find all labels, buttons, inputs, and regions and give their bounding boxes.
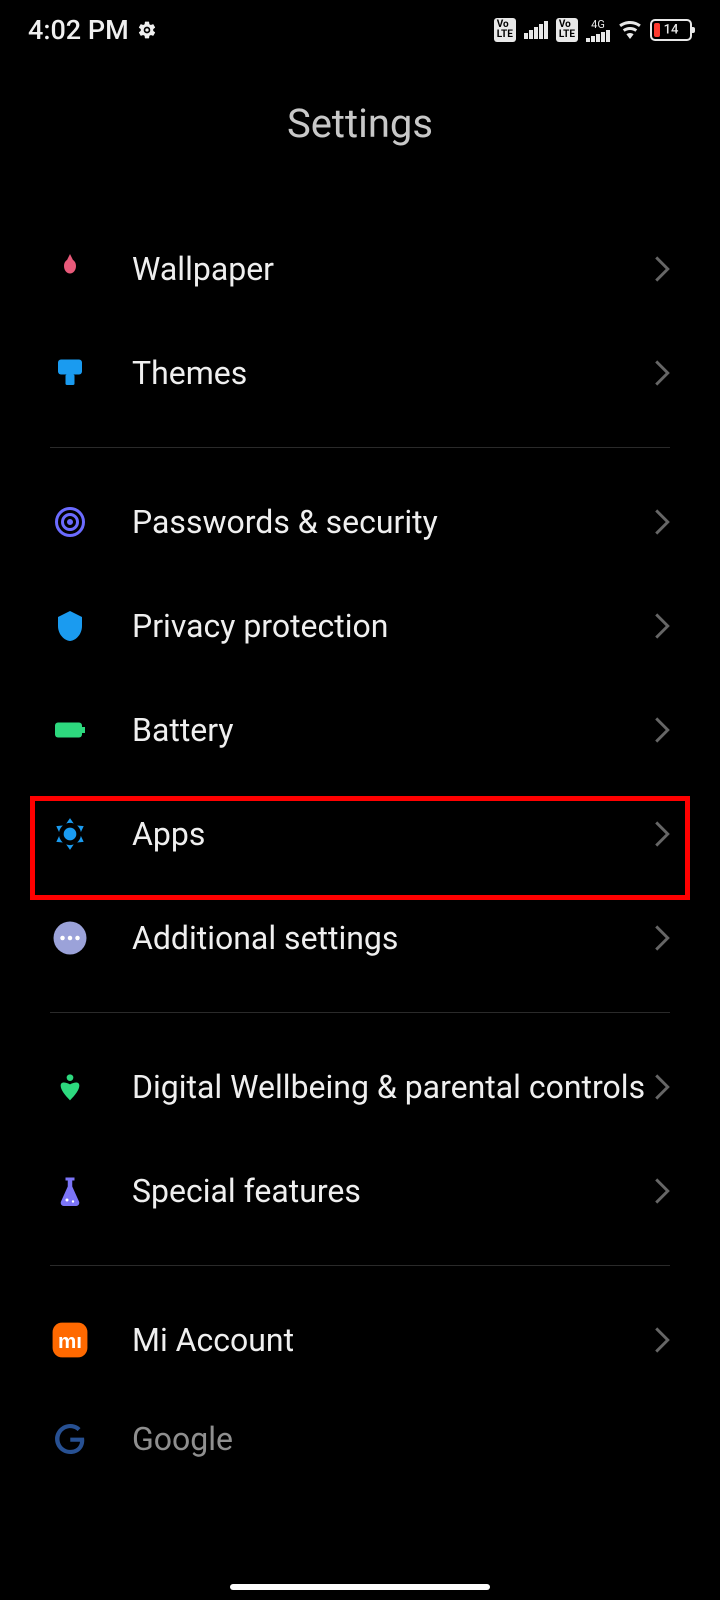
battery-indicator: 14: [650, 19, 692, 41]
mi-logo-icon: mı: [50, 1320, 90, 1360]
setting-item-wallpaper[interactable]: Wallpaper: [50, 217, 670, 321]
wifi-icon: [618, 18, 642, 42]
setting-label: Additional settings: [132, 918, 654, 958]
battery-percent: 14: [664, 23, 679, 38]
setting-label: Themes: [132, 353, 654, 393]
divider: [50, 1265, 670, 1266]
volte-badge-1: VoLTE: [494, 18, 516, 42]
setting-item-additional[interactable]: Additional settings: [50, 886, 670, 990]
setting-item-privacy[interactable]: Privacy protection: [50, 574, 670, 678]
status-left: 4:02 PM: [28, 14, 157, 46]
apps-gear-icon: [50, 814, 90, 854]
setting-item-apps[interactable]: Apps: [50, 782, 670, 886]
setting-item-passwords[interactable]: Passwords & security: [50, 470, 670, 574]
setting-item-battery[interactable]: Battery: [50, 678, 670, 782]
chevron-right-icon: [654, 613, 670, 639]
setting-label: Google: [132, 1419, 670, 1459]
setting-item-special[interactable]: Special features: [50, 1139, 670, 1243]
setting-label: Apps: [132, 814, 654, 854]
battery-icon: [50, 710, 90, 750]
chevron-right-icon: [654, 1178, 670, 1204]
setting-label: Wallpaper: [132, 249, 654, 289]
svg-text:mı: mı: [58, 1330, 82, 1353]
chevron-right-icon: [654, 717, 670, 743]
status-time: 4:02 PM: [28, 14, 129, 46]
status-bar: 4:02 PM VoLTE VoLTE 4G: [0, 0, 720, 60]
chevron-right-icon: [654, 1327, 670, 1353]
google-logo-icon: [50, 1419, 90, 1459]
setting-item-themes[interactable]: Themes: [50, 321, 670, 425]
status-right: VoLTE VoLTE 4G 14: [494, 18, 692, 42]
setting-item-google[interactable]: Google: [50, 1392, 670, 1496]
chevron-right-icon: [654, 360, 670, 386]
setting-label: Passwords & security: [132, 502, 654, 542]
gear-icon: [137, 20, 157, 40]
signal-bars-1: [524, 21, 548, 39]
more-icon: [50, 918, 90, 958]
fingerprint-icon: [50, 502, 90, 542]
setting-label: Digital Wellbeing & parental controls: [132, 1067, 654, 1107]
setting-item-wellbeing[interactable]: Digital Wellbeing & parental controls: [50, 1035, 670, 1139]
themes-icon: [50, 353, 90, 393]
flask-icon: [50, 1171, 90, 1211]
chevron-right-icon: [654, 821, 670, 847]
wellbeing-icon: [50, 1067, 90, 1107]
divider: [50, 447, 670, 448]
chevron-right-icon: [654, 925, 670, 951]
settings-list: Wallpaper Themes Passwords & security: [0, 217, 720, 1496]
chevron-right-icon: [654, 1074, 670, 1100]
setting-label: Battery: [132, 710, 654, 750]
network-type: 4G: [591, 19, 605, 30]
page-title: Settings: [0, 60, 720, 217]
wallpaper-icon: [50, 249, 90, 289]
setting-label: Privacy protection: [132, 606, 654, 646]
signal-bars-2: [586, 30, 610, 42]
shield-icon: [50, 606, 90, 646]
nav-indicator[interactable]: [230, 1584, 490, 1590]
chevron-right-icon: [654, 256, 670, 282]
setting-item-mi-account[interactable]: mı Mi Account: [50, 1288, 670, 1392]
setting-label: Special features: [132, 1171, 654, 1211]
divider: [50, 1012, 670, 1013]
volte-badge-2: VoLTE: [556, 18, 578, 42]
setting-label: Mi Account: [132, 1320, 654, 1360]
chevron-right-icon: [654, 509, 670, 535]
